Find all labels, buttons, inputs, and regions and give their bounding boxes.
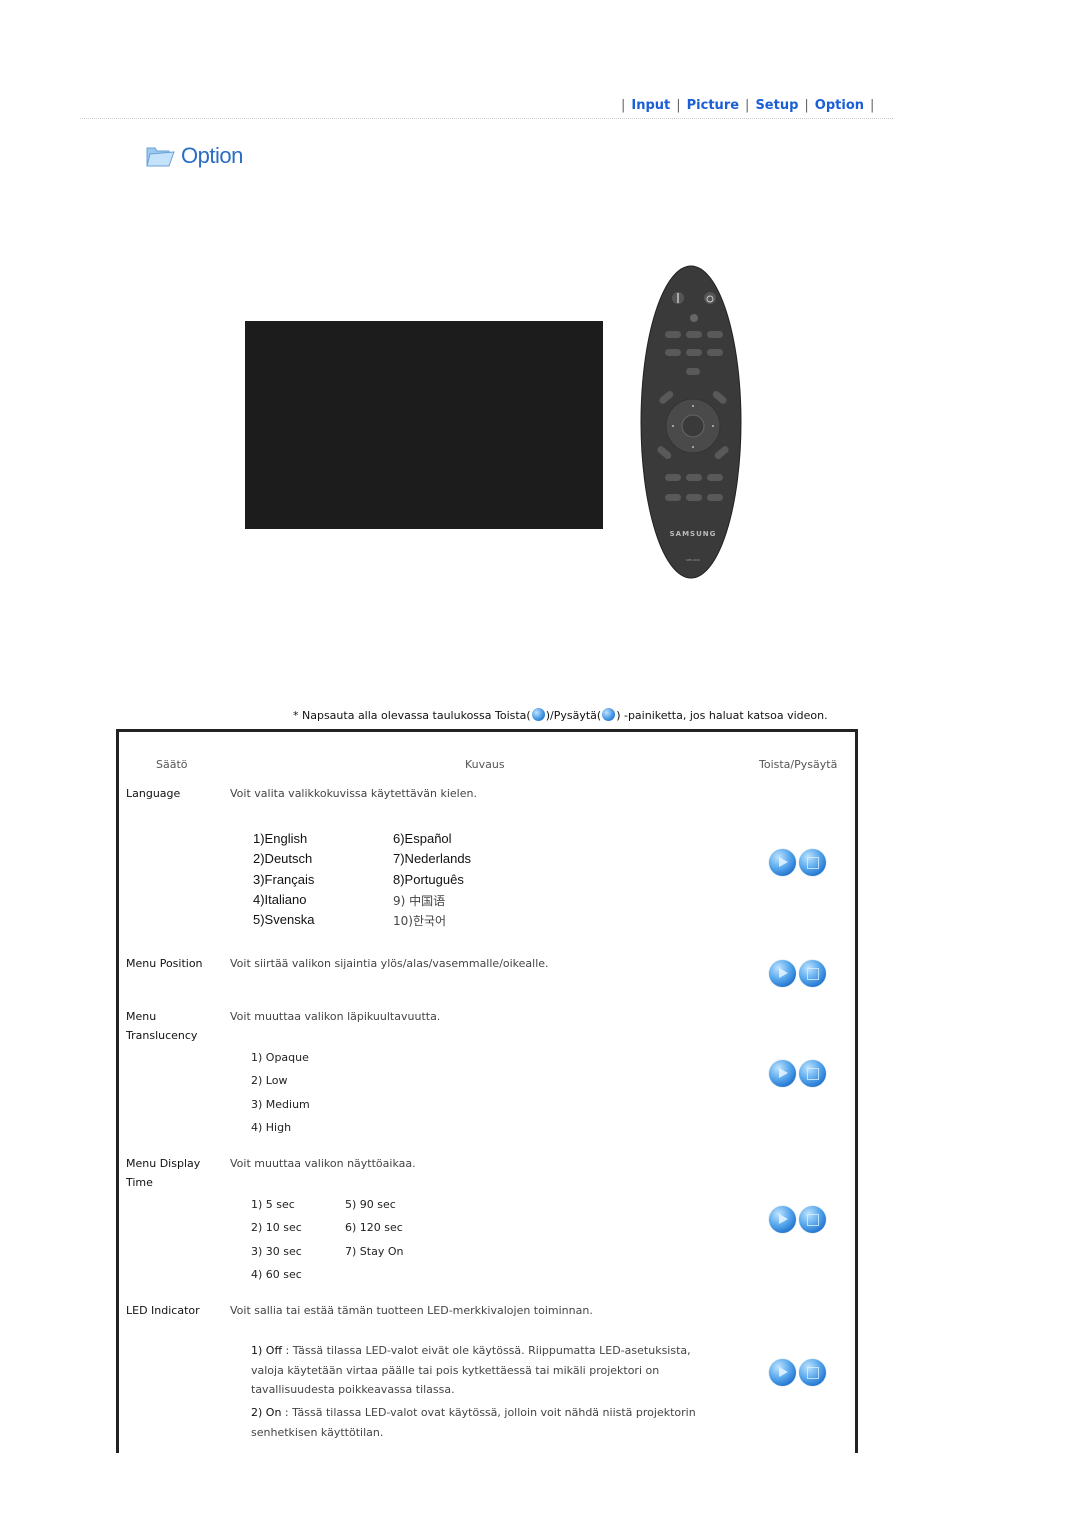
option-key: 1) Off <box>251 1344 283 1357</box>
option-item: 2) Low <box>251 1074 288 1087</box>
option-item: 4) 60 sec <box>251 1268 302 1281</box>
row-label-menu-translucency: Menu Translucency <box>126 1007 221 1045</box>
folder-icon <box>145 143 175 169</box>
label-line: Menu <box>126 1010 157 1023</box>
option-item: 1) 5 sec <box>251 1198 295 1211</box>
play-icon <box>779 857 788 867</box>
note-suffix: ) -painiketta, jos haluat katsoa videon. <box>616 709 828 722</box>
language-option: 5)Svenska <box>253 912 315 927</box>
option-item: 1) Opaque <box>251 1051 309 1064</box>
play-icon <box>779 1068 788 1078</box>
nav-link-option[interactable]: Option <box>815 98 864 113</box>
stop-icon <box>807 857 819 869</box>
page-title-text: Option <box>181 143 243 168</box>
play-button[interactable] <box>769 1060 796 1087</box>
stop-button[interactable] <box>799 1060 826 1087</box>
dotted-divider <box>80 118 893 119</box>
play-icon <box>531 708 545 721</box>
row-label-led-indicator: LED Indicator <box>126 1304 200 1317</box>
top-nav: | Input | Picture | Setup | Option | <box>615 98 880 113</box>
nav-link-setup[interactable]: Setup <box>755 98 798 113</box>
play-icon <box>779 1214 788 1224</box>
led-option-on: 2) On : Tässä tilassa LED-valot ovat käy… <box>251 1403 721 1442</box>
header-setting: Säätö <box>156 758 188 771</box>
stop-button[interactable] <box>799 1359 826 1386</box>
play-stop-controls <box>769 1060 826 1087</box>
stop-button[interactable] <box>799 849 826 876</box>
play-icon <box>779 968 788 978</box>
language-option: 6)Español <box>393 831 452 846</box>
option-text: : Tässä tilassa LED-valot eivät ole käyt… <box>251 1344 691 1396</box>
stop-icon <box>807 968 819 980</box>
instruction-note: * Napsauta alla olevassa taulukossa Tois… <box>293 708 828 722</box>
option-text: : Tässä tilassa LED-valot ovat käytössä,… <box>251 1406 696 1439</box>
nav-link-input[interactable]: Input <box>631 98 670 113</box>
option-item: 4) High <box>251 1121 292 1134</box>
play-button[interactable] <box>769 960 796 987</box>
remote-brand: SAMSUNG <box>670 530 717 538</box>
play-stop-controls <box>769 1206 826 1233</box>
row-desc-menu-display-time: Voit muuttaa valikon näyttöaikaa. <box>230 1157 416 1170</box>
option-key: 2) On <box>251 1406 282 1419</box>
led-option-off: 1) Off : Tässä tilassa LED-valot eivät o… <box>251 1341 721 1400</box>
language-option: 10)한국어 <box>393 914 447 928</box>
row-desc-menu-position: Voit siirtää valikon sijaintia ylös/alas… <box>230 957 549 970</box>
language-option: 4)Italiano <box>253 892 307 907</box>
play-stop-controls <box>769 849 826 876</box>
nav-separator: | <box>676 98 681 113</box>
stop-icon <box>807 1068 819 1080</box>
stop-button[interactable] <box>799 1206 826 1233</box>
settings-table: Säätö Kuvaus Toista/Pysäytä Language Voi… <box>116 729 858 1453</box>
row-label-menu-position: Menu Position <box>126 957 203 970</box>
play-button[interactable] <box>769 1206 796 1233</box>
header-description: Kuvaus <box>465 758 505 771</box>
nav-link-picture[interactable]: Picture <box>687 98 739 113</box>
language-option: 3)Français <box>253 872 315 887</box>
remote-control-image: SAMSUNG SPB-0100 <box>640 265 742 580</box>
note-middle: )/Pysäytä( <box>545 709 602 722</box>
nav-separator: | <box>745 98 750 113</box>
header-play-stop: Toista/Pysäytä <box>759 758 838 771</box>
remote-model: SPB-0100 <box>686 558 701 562</box>
label-line: Time <box>126 1176 153 1189</box>
option-item: 6) 120 sec <box>345 1221 403 1234</box>
language-option: 7)Nederlands <box>393 851 472 866</box>
row-desc-language: Voit valita valikkokuvissa käytettävän k… <box>230 787 477 800</box>
row-label-menu-display-time: Menu Display Time <box>126 1154 221 1192</box>
play-button[interactable] <box>769 1359 796 1386</box>
option-item: 2) 10 sec <box>251 1221 302 1234</box>
stop-button[interactable] <box>799 960 826 987</box>
nav-separator: | <box>870 98 875 113</box>
play-button[interactable] <box>769 849 796 876</box>
language-option: 1)English <box>253 831 308 846</box>
stop-icon <box>807 1214 819 1226</box>
play-icon <box>779 1367 788 1377</box>
language-option: 8)Português <box>393 872 464 887</box>
option-item: 7) Stay On <box>345 1245 404 1258</box>
row-label-language: Language <box>126 787 181 800</box>
label-line: Menu Display <box>126 1157 201 1170</box>
play-stop-controls <box>769 960 826 987</box>
stop-icon <box>602 708 616 721</box>
option-item: 3) 30 sec <box>251 1245 302 1258</box>
language-option: 9) 中国语 <box>393 894 446 908</box>
option-item: 5) 90 sec <box>345 1198 396 1211</box>
label-line: Translucency <box>126 1029 198 1042</box>
row-desc-led-indicator: Voit sallia tai estää tämän tuotteen LED… <box>230 1304 593 1317</box>
row-desc-menu-translucency: Voit muuttaa valikon läpikuultavuutta. <box>230 1010 441 1023</box>
language-option: 2)Deutsch <box>253 851 313 866</box>
nav-separator: | <box>621 98 626 113</box>
page-title: Option <box>145 143 243 169</box>
option-item: 3) Medium <box>251 1098 310 1111</box>
stop-icon <box>807 1367 819 1379</box>
note-prefix: * Napsauta alla olevassa taulukossa Tois… <box>293 709 531 722</box>
video-player-screen[interactable] <box>245 321 603 529</box>
play-stop-controls <box>769 1359 826 1386</box>
nav-separator: | <box>804 98 809 113</box>
